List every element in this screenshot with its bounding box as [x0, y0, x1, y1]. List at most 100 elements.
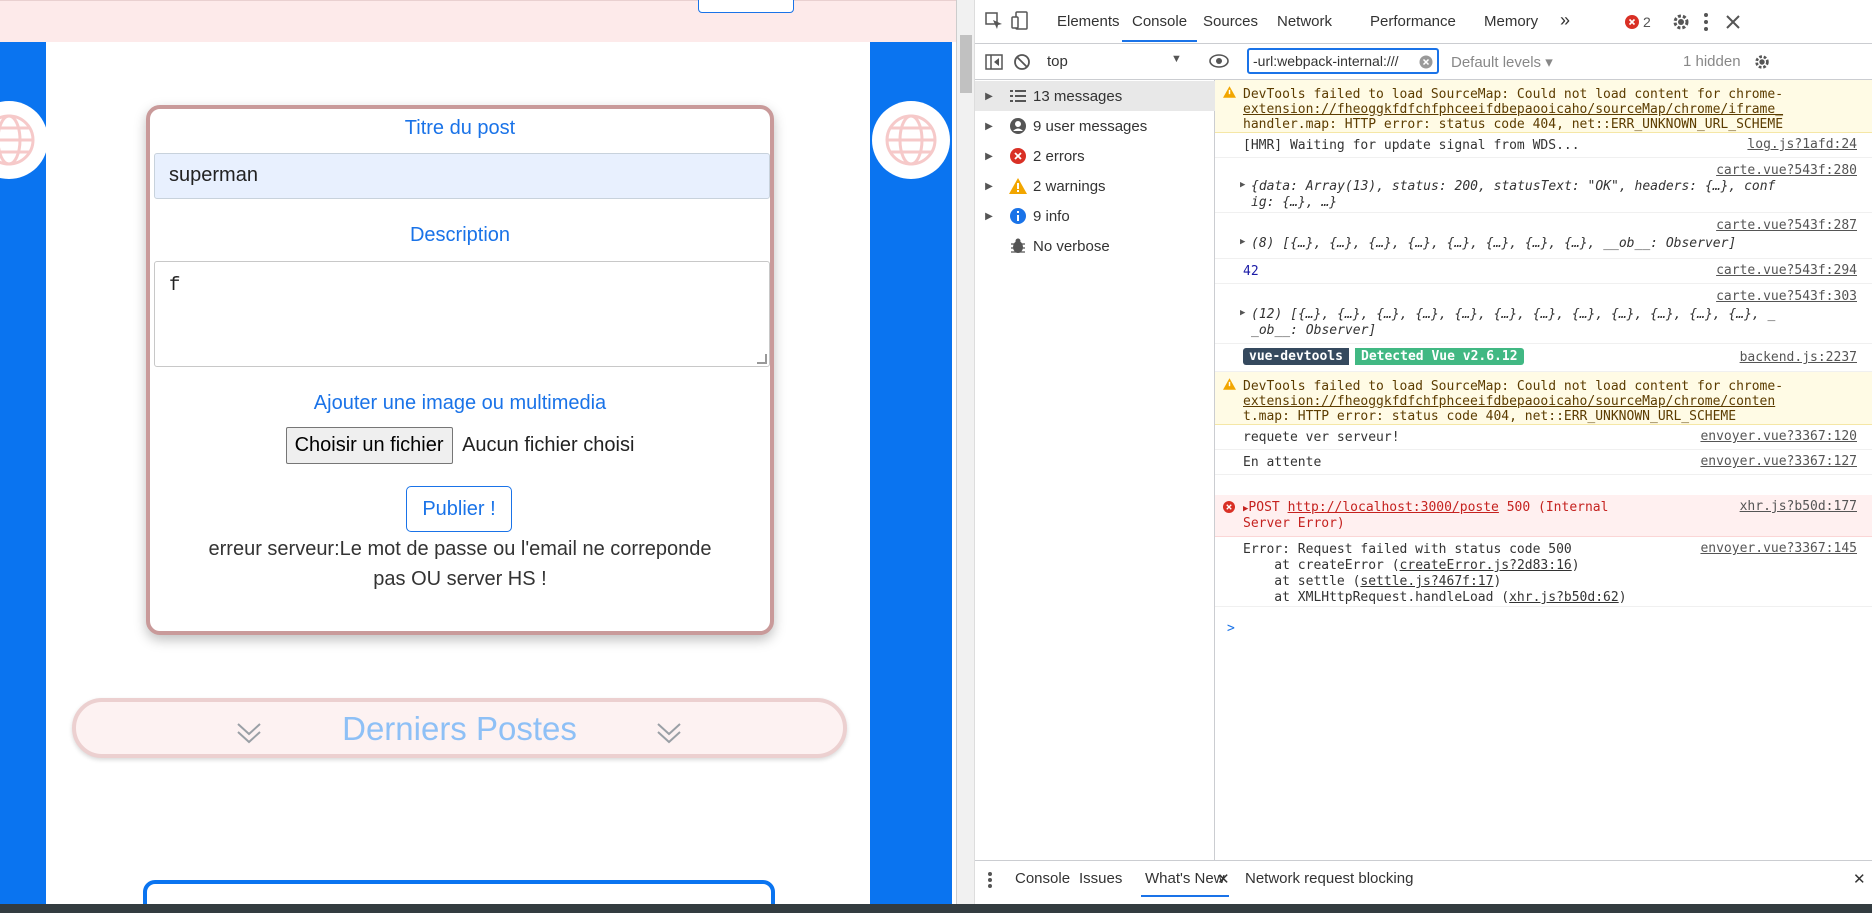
source-link[interactable]: envoyer.vue?3367:120: [1700, 429, 1857, 444]
stack-text: at settle (: [1243, 574, 1361, 589]
sidebar-item-label: 2 warnings: [1033, 177, 1106, 195]
error-icon: [1625, 15, 1639, 29]
expand-arrow-icon[interactable]: ▶: [975, 211, 1003, 222]
request-method: POST: [1248, 500, 1280, 515]
close-drawer-icon[interactable]: ✕: [1853, 870, 1866, 888]
request-url[interactable]: http://localhost:3000/poste: [1288, 500, 1499, 515]
tab-sources[interactable]: Sources: [1203, 13, 1258, 30]
sidebar-item-errors[interactable]: ▶ 2 errors: [975, 141, 1215, 171]
filter-value: -url:webpack-internal:///: [1253, 53, 1399, 69]
sidebar-item-warnings[interactable]: ▶ 2 warnings: [975, 171, 1215, 201]
bug-icon: [1003, 238, 1033, 254]
tab-console[interactable]: Console: [1122, 13, 1198, 42]
sidebar-item-verbose[interactable]: No verbose: [975, 231, 1215, 261]
console-log-row: 42 carte.vue?543f:294: [1215, 259, 1872, 284]
more-tabs-button[interactable]: »: [1560, 10, 1570, 31]
kebab-menu-icon[interactable]: [1703, 12, 1709, 32]
source-link[interactable]: carte.vue?543f:303: [1716, 289, 1857, 304]
latest-posts-header[interactable]: Derniers Postes: [72, 698, 847, 758]
message-text: t.map: HTTP error: status code 404, net:…: [1243, 409, 1737, 424]
resize-handle-icon[interactable]: [757, 354, 767, 364]
log-levels-dropdown[interactable]: Default levels ▾: [1451, 53, 1553, 71]
console-log-row: En attente envoyer.vue?3367:127: [1215, 450, 1872, 475]
source-link[interactable]: envoyer.vue?3367:145: [1700, 541, 1857, 556]
warning-icon: [1223, 86, 1236, 98]
description-label: Description: [409, 224, 511, 246]
console-log-row: carte.vue?543f:280 ▶ {data: Array(13), s…: [1215, 158, 1872, 213]
device-toolbar-icon[interactable]: [1011, 11, 1029, 31]
console-filter-input[interactable]: -url:webpack-internal:///: [1247, 48, 1439, 74]
expand-arrow-icon[interactable]: ▶: [1240, 180, 1245, 190]
stack-link[interactable]: createError.js?2d83:16: [1400, 558, 1572, 573]
header-button[interactable]: [698, 0, 794, 13]
message-text: requete ver serveur!: [1243, 430, 1400, 445]
stack-link[interactable]: xhr.js?b50d:62: [1509, 590, 1619, 605]
console-log-row: carte.vue?543f:303 ▶ (12) [{…}, {…}, {…}…: [1215, 284, 1872, 344]
error-icon: [1003, 148, 1033, 164]
stack-link[interactable]: settle.js?467f:17: [1360, 574, 1493, 589]
console-settings-icon[interactable]: [1753, 53, 1771, 71]
message-text: ig: {…}, …}: [1251, 195, 1338, 210]
console-error-row: ▶POST http://localhost:3000/poste 500 (I…: [1215, 495, 1872, 537]
context-dropdown-arrow-icon[interactable]: ▼: [1171, 53, 1182, 65]
message-text: handler.map: HTTP error: status code 404…: [1243, 117, 1784, 132]
eye-icon[interactable]: [1209, 54, 1229, 68]
sidebar-item-label: 9 info: [1033, 207, 1070, 225]
settings-gear-icon[interactable]: [1671, 12, 1691, 32]
drawer-tab-console[interactable]: Console: [1015, 870, 1070, 887]
clear-filter-icon[interactable]: [1419, 55, 1433, 69]
close-icon[interactable]: [1725, 14, 1741, 30]
error-icon: [1223, 501, 1235, 513]
stack-text: at createError (: [1243, 558, 1400, 573]
title-input[interactable]: superman: [154, 153, 770, 199]
publish-button[interactable]: Publier !: [406, 486, 512, 532]
drawer-tab-whats-new[interactable]: What's New: [1141, 870, 1229, 897]
expand-arrow-icon[interactable]: ▶: [975, 181, 1003, 192]
message-text[interactable]: (8) [{…}, {…}, {…}, {…}, {…}, {…}, {…}, …: [1251, 235, 1736, 253]
sidebar-item-user-messages[interactable]: ▶ 9 user messages: [975, 111, 1215, 141]
tab-network[interactable]: Network: [1277, 13, 1332, 30]
choose-file-button[interactable]: Choisir un fichier: [285, 427, 453, 464]
page-scrollbar[interactable]: [957, 0, 975, 913]
console-warning-row: DevTools failed to load SourceMap: Could…: [1215, 80, 1872, 133]
message-text: Server Error): [1243, 516, 1345, 531]
expand-arrow-icon[interactable]: ▶: [975, 121, 1003, 132]
console-log-row: [HMR] Waiting for update signal from WDS…: [1215, 133, 1872, 158]
source-link[interactable]: envoyer.vue?3367:127: [1700, 454, 1857, 469]
source-link[interactable]: carte.vue?543f:287: [1716, 218, 1857, 233]
drawer-tab-issues[interactable]: Issues: [1079, 870, 1122, 887]
request-status: 500 (Internal: [1506, 500, 1609, 515]
console-prompt[interactable]: >: [1227, 620, 1235, 638]
sidebar-item-messages[interactable]: ▶ 13 messages: [975, 81, 1215, 111]
expand-arrow-icon[interactable]: ▶: [975, 91, 1003, 102]
clear-console-icon[interactable]: [1013, 53, 1031, 71]
expand-arrow-icon[interactable]: ▶: [1240, 308, 1245, 318]
inspect-element-icon[interactable]: [985, 12, 1003, 30]
tab-performance[interactable]: Performance: [1370, 13, 1456, 30]
source-link[interactable]: backend.js:2237: [1740, 350, 1857, 365]
console-toolbar: top ▼ -url:webpack-internal:/// Default …: [975, 44, 1872, 80]
source-link[interactable]: carte.vue?543f:294: [1716, 263, 1857, 278]
close-tab-icon[interactable]: ✕: [1217, 870, 1230, 888]
description-textarea[interactable]: f: [154, 261, 770, 367]
context-select[interactable]: top: [1047, 53, 1068, 70]
source-link[interactable]: log.js?1afd:24: [1747, 137, 1857, 152]
web-app: Titre du post superman Description f Ajo…: [0, 0, 956, 913]
scrollbar-thumb[interactable]: [960, 35, 972, 93]
expand-arrow-icon[interactable]: ▶: [1240, 237, 1245, 247]
taskbar: [0, 904, 1872, 913]
source-link[interactable]: xhr.js?b50d:177: [1740, 499, 1857, 514]
devtools-tab-bar: Elements Console Sources Network Perform…: [975, 0, 1872, 44]
tab-memory[interactable]: Memory: [1484, 13, 1538, 30]
sidebar-toggle-icon[interactable]: [985, 54, 1003, 70]
stack-frame: at XMLHttpRequest.handleLoad (xhr.js?b50…: [1243, 590, 1627, 605]
drawer-tab-network-request-blocking[interactable]: Network request blocking: [1245, 870, 1413, 887]
expand-arrow-icon[interactable]: ▶: [975, 151, 1003, 162]
latest-posts-title: Derniers Postes: [342, 710, 577, 747]
message-text: En attente: [1243, 455, 1322, 470]
source-link[interactable]: carte.vue?543f:280: [1716, 163, 1857, 178]
sidebar-item-info[interactable]: ▶ 9 info: [975, 201, 1215, 231]
error-count[interactable]: 2: [1643, 14, 1651, 30]
kebab-menu-icon[interactable]: [987, 871, 993, 889]
tab-elements[interactable]: Elements: [1057, 13, 1120, 30]
